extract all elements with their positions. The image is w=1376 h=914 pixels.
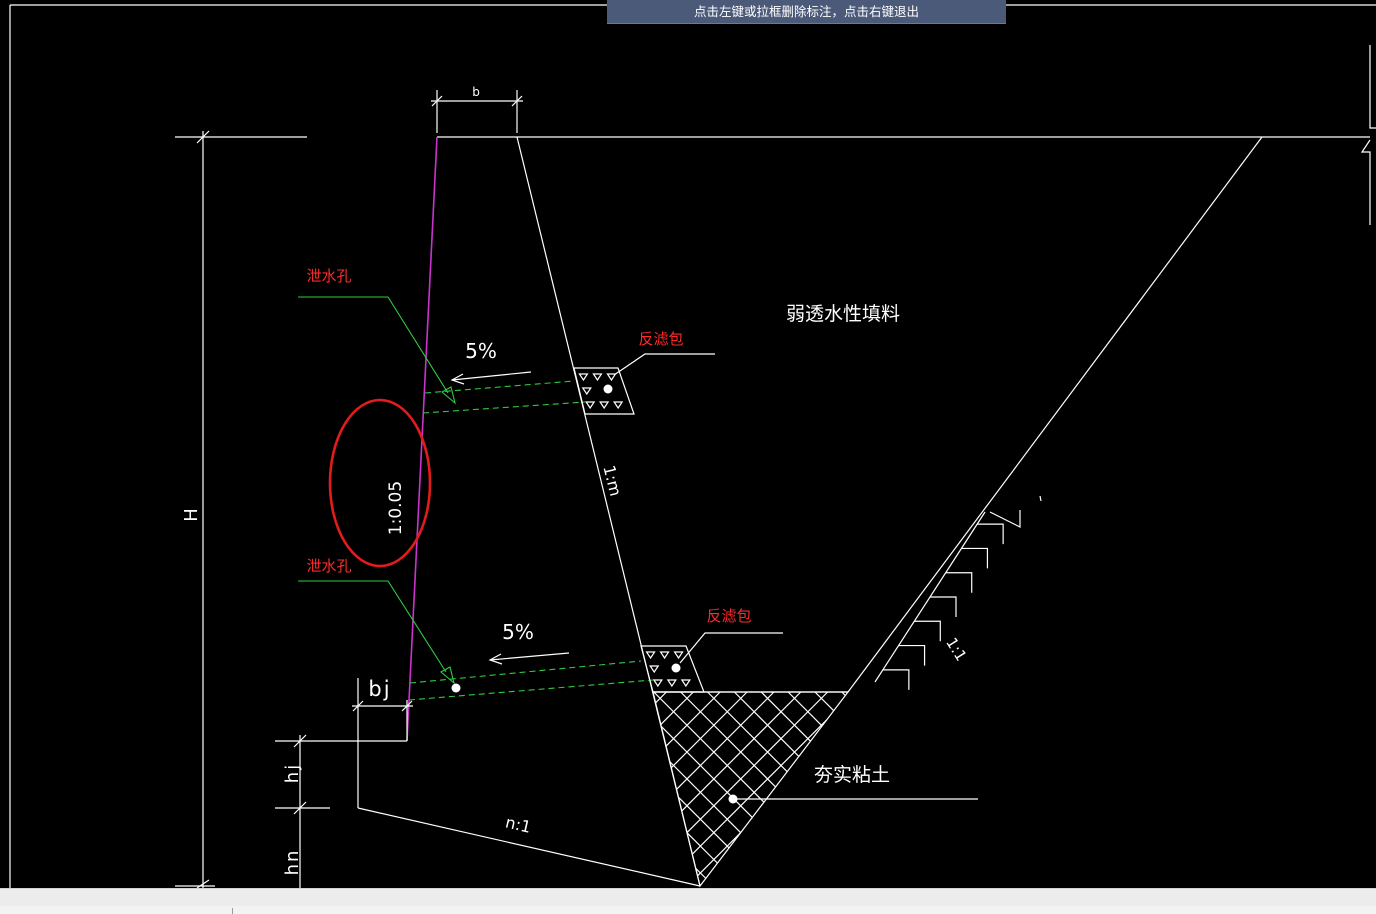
drain-hole-dot — [451, 683, 461, 693]
excavation-slope-label[interactable]: 1:1 — [942, 634, 970, 664]
gradient-arrow-line — [489, 652, 570, 661]
excavation-step — [930, 596, 957, 617]
drain-hole-arrow-icon — [441, 386, 456, 405]
filter-bag-leader — [679, 632, 783, 664]
dimension-hj-label[interactable]: hj — [282, 763, 303, 783]
filter-aggregate-triangle — [599, 401, 610, 410]
wall-back-slope-label[interactable]: 1:m — [599, 463, 625, 498]
drain-gradient-label[interactable]: 5% — [502, 620, 534, 644]
base-slope-label[interactable]: n:1 — [504, 812, 533, 836]
wall-front-slope-label[interactable]: 1:0.05 — [386, 481, 406, 535]
status-bar-separator — [232, 908, 233, 914]
dimension-bj[interactable]: bj — [352, 677, 413, 741]
filter-bag-label[interactable]: 反滤包 — [706, 607, 751, 625]
clay-hatch-line — [681, 691, 802, 812]
clay-hatch-line — [676, 691, 775, 790]
filter-aggregate-triangle — [578, 373, 589, 382]
clay-hatch-line — [665, 691, 721, 747]
filter-aggregate-triangle — [585, 401, 596, 410]
status-bar — [0, 888, 1376, 914]
excavation-tick — [1039, 495, 1042, 502]
dimension-bj-label[interactable]: bj — [368, 677, 391, 701]
drain-hole-arrow-icon — [440, 666, 455, 685]
filter-bag-dot — [603, 384, 613, 394]
clay-hatch-line — [691, 719, 828, 855]
clay-hatch-line — [660, 726, 753, 818]
excavation-step — [914, 620, 941, 642]
command-prompt-banner: 点击左键或拉框删除标注，点击右键退出 — [607, 0, 1006, 24]
excavation-step — [977, 523, 1004, 545]
excavation-step — [882, 669, 910, 690]
filter-aggregate-triangle — [613, 401, 624, 410]
excavation-steps — [882, 510, 1021, 690]
filter-aggregate-triangle — [680, 679, 691, 688]
drain-pipe-line — [422, 401, 586, 414]
clay-hatch-line — [707, 691, 788, 773]
clay-hatch-line — [697, 832, 741, 877]
clay-hatch-line — [686, 832, 718, 864]
clay-hatch-line — [660, 691, 694, 725]
filter-aggregate-triangle — [581, 387, 592, 396]
dimension-hn-label[interactable]: hn — [282, 849, 303, 876]
filter-bag-dot — [671, 663, 681, 673]
drain-hole-label[interactable]: 泄水孔 — [306, 557, 351, 575]
dimension-b-label[interactable]: b — [472, 85, 480, 99]
compacted-clay-label[interactable]: 夯实粘土 — [814, 764, 890, 786]
filter-bag-leader — [613, 353, 715, 376]
dimension-b[interactable]: b — [431, 85, 523, 133]
filter-aggregate-triangle — [645, 651, 656, 660]
clay-hatch-line — [653, 691, 765, 803]
break-line-icon — [1360, 139, 1371, 225]
backfill-slope-line — [847, 136, 1263, 693]
highlight-ellipse — [328, 398, 432, 568]
drain-pipe-line — [408, 679, 654, 701]
drain-hole-leader — [298, 580, 447, 673]
excavation-step — [945, 572, 973, 593]
filter-aggregate-triangle — [659, 651, 670, 660]
drawing-canvas[interactable]: H b bj hj hn 1:0.05 1:m n:1 1:1 弱透水性填料 夯… — [0, 0, 1376, 888]
clay-hatch-line — [680, 691, 777, 788]
drain-pipe-line — [409, 660, 642, 684]
drain-hole-upper[interactable]: 泄水孔 5% 反滤包 — [298, 267, 715, 415]
filter-aggregate-triangle — [666, 679, 677, 688]
filter-aggregate-triangle — [649, 665, 660, 674]
drain-hole-label[interactable]: 泄水孔 — [306, 267, 351, 285]
filter-bag-label[interactable]: 反滤包 — [638, 330, 683, 348]
clay-hatch-line — [733, 691, 800, 757]
dimension-hn[interactable]: hn — [282, 849, 303, 876]
filter-aggregate-triangle — [592, 373, 603, 382]
clay-hatch-line — [655, 691, 667, 704]
excavation-step — [898, 644, 926, 666]
filter-aggregate-triangle — [652, 679, 663, 688]
filter-bag-aggregate — [578, 373, 624, 410]
drawing-frame-right — [1369, 45, 1376, 129]
filter-aggregate-triangle — [673, 651, 684, 660]
backfill-material-label[interactable]: 弱透水性填料 — [786, 303, 900, 325]
drain-gradient-label[interactable]: 5% — [465, 339, 497, 363]
compacted-clay-leader-dot — [728, 794, 738, 804]
filter-bag-aggregate — [645, 651, 691, 688]
clay-hatch-line — [787, 691, 823, 727]
excavation-step — [961, 547, 989, 569]
status-bar-band — [0, 906, 1376, 914]
clay-hatch-line — [678, 796, 730, 849]
dimension-H-label[interactable]: H — [181, 508, 202, 522]
gradient-arrow-line — [451, 371, 532, 381]
